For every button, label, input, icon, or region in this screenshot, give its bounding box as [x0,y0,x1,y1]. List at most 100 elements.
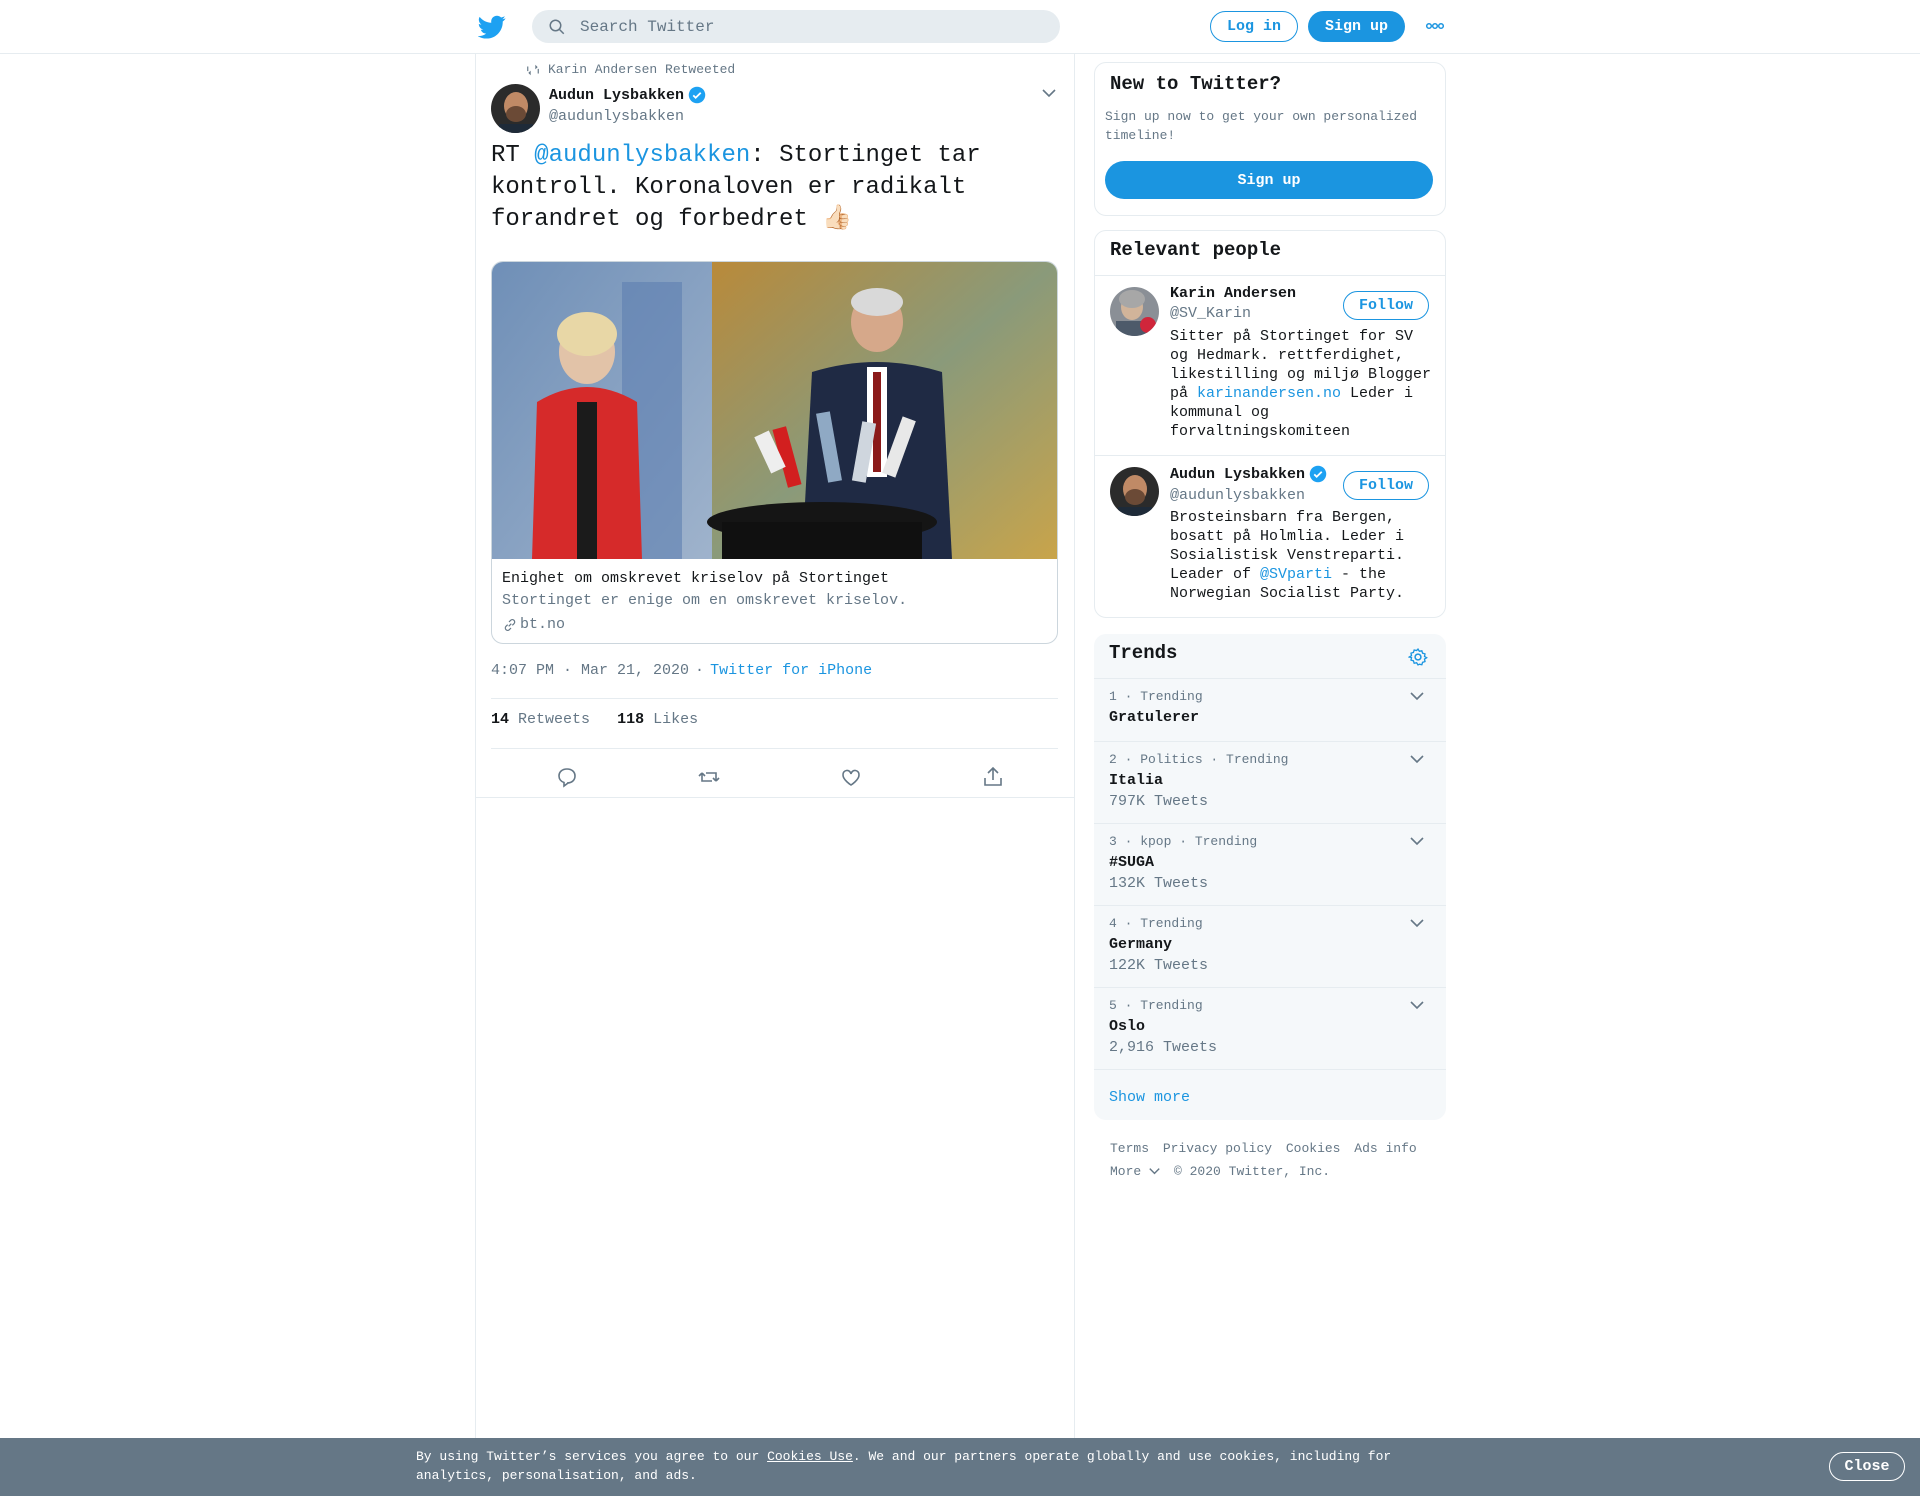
gear-icon[interactable] [1408,647,1428,667]
person-name-text: Karin Andersen [1170,285,1297,302]
show-more-link[interactable]: Show more [1109,1089,1190,1106]
retweets-label[interactable]: Retweets [518,711,590,728]
reply-icon[interactable] [552,762,582,792]
follow-button[interactable]: Follow [1343,291,1429,320]
divider [1095,275,1445,276]
trends-title: Trends [1109,642,1178,664]
person-handle[interactable]: @SV_Karin [1170,305,1251,322]
verified-badge-icon [1309,465,1327,483]
trend-item[interactable]: 1 · Trending Gratulerer [1094,678,1446,741]
sidebar-signup-button[interactable]: Sign up [1105,161,1433,199]
trend-count: 122K Tweets [1109,957,1209,974]
chevron-down-icon[interactable] [1410,836,1424,846]
person-bio: Sitter på Stortinget for SV og Hedmark. … [1170,327,1435,441]
footer-row: More © 2020 Twitter, Inc. [1110,1160,1430,1183]
person-name[interactable]: Karin Andersen [1170,285,1296,302]
footer-ads-link[interactable]: Ads info [1354,1141,1416,1156]
person-bio-link[interactable]: @SVparti [1260,566,1332,583]
likes-label[interactable]: Likes [653,711,698,728]
cookie-text-part: By using Twitter’s services you agree to… [416,1449,768,1464]
footer-copyright: © 2020 Twitter, Inc. [1174,1164,1331,1179]
relevant-people-title: Relevant people [1110,239,1282,261]
search-box[interactable] [532,10,1060,43]
more-options-icon[interactable] [1425,18,1445,34]
trend-meta: 4 · Trending [1109,916,1203,931]
card-domain: bt.no [502,616,565,633]
twitter-bird-icon[interactable] [478,13,506,41]
cookie-consent-text: By using Twitter’s services you agree to… [416,1447,1426,1485]
chevron-down-icon[interactable] [1410,754,1424,764]
author-handle[interactable]: @audunlysbakken [549,108,684,125]
trend-count: 797K Tweets [1109,793,1209,810]
person-avatar[interactable] [1110,287,1159,336]
author-name-text: Audun Lysbakken [549,86,685,104]
author-name[interactable]: Audun Lysbakken [549,86,706,104]
chevron-down-icon[interactable] [1042,88,1056,98]
person-bio: Brosteinsbarn fra Bergen, bosatt på Holm… [1170,508,1435,603]
footer-privacy-link[interactable]: Privacy policy [1163,1141,1272,1156]
retweeted-by-label[interactable]: Karin Andersen Retweeted [548,62,735,77]
trend-name: Germany [1109,936,1173,953]
trend-item[interactable]: 3 · kpop · Trending #SUGA 132K Tweets [1094,823,1446,905]
footer-terms-link[interactable]: Terms [1110,1141,1149,1156]
share-icon[interactable] [978,762,1008,792]
trend-name: #SUGA [1109,854,1155,871]
signup-button[interactable]: Sign up [1308,11,1405,42]
trend-meta: 5 · Trending [1109,998,1203,1013]
new-to-twitter-panel: New to Twitter? Sign up now to get your … [1094,62,1446,216]
divider [476,797,1074,798]
tweet-meta: 4:07 PM · Mar 21, 2020 · Twitter for iPhon… [491,662,878,679]
trend-name: Oslo [1109,1018,1146,1035]
retweet-context: Karin Andersen Retweeted [526,62,735,77]
tweet-source-link[interactable]: Twitter for iPhone [710,662,872,679]
footer-row: Terms Privacy policy Cookies Ads info [1110,1137,1430,1160]
person-name[interactable]: Audun Lysbakken [1170,465,1327,483]
chevron-down-icon [1149,1168,1160,1175]
trend-item[interactable]: 4 · Trending Germany 122K Tweets [1094,905,1446,987]
divider [491,698,1058,699]
login-button[interactable]: Log in [1210,11,1298,42]
tweet-actions [476,754,1074,800]
person-handle[interactable]: @audunlysbakken [1170,487,1305,504]
tweet-text: RT @audunlysbakken: Stortinget tar kontr… [491,140,1051,236]
search-icon [549,19,565,35]
chevron-down-icon[interactable] [1410,918,1424,928]
like-icon[interactable] [836,762,866,792]
cookie-consent-bar: By using Twitter’s services you agree to… [0,1438,1920,1496]
relevant-people-panel: Relevant people Karin Andersen @SV_Karin… [1094,230,1446,618]
trend-item[interactable]: 2 · Politics · Trending Italia 797K Twee… [1094,741,1446,823]
footer-more-link[interactable]: More [1110,1164,1160,1179]
link-preview-card[interactable]: Enighet om omskrevet kriselov på Stortin… [491,261,1058,644]
tweet-timestamp[interactable]: 4:07 PM · Mar 21, 2020 [491,662,689,679]
close-cookie-bar-button[interactable]: Close [1829,1452,1905,1481]
chevron-down-icon[interactable] [1410,1000,1424,1010]
trend-count: 132K Tweets [1109,875,1209,892]
trend-name: Gratulerer [1109,709,1200,726]
follow-button[interactable]: Follow [1343,471,1429,500]
person-name-text: Audun Lysbakken [1170,465,1306,483]
divider [1095,455,1445,456]
divider [1094,1069,1446,1070]
author-avatar[interactable] [491,84,540,133]
retweet-action-icon[interactable] [694,762,724,792]
likes-count[interactable]: 118 [617,711,644,728]
card-image[interactable] [492,262,1058,559]
tweet-mention-link[interactable]: @audunlysbakken [534,142,750,169]
top-navigation-bar: Log in Sign up [0,0,1920,54]
retweets-count[interactable]: 14 [491,711,509,728]
card-description: Stortinget er enige om en omskrevet kris… [502,592,908,609]
trend-item[interactable]: 5 · Trending Oslo 2,916 Tweets [1094,987,1446,1069]
person-bio-link[interactable]: karinandersen.no [1197,385,1341,402]
trend-name: Italia [1109,772,1164,789]
chevron-down-icon[interactable] [1410,691,1424,701]
person-avatar[interactable] [1110,467,1159,516]
link-icon [504,618,516,631]
footer-cookies-link[interactable]: Cookies [1286,1141,1341,1156]
divider [491,748,1058,749]
tweet-stats: 14 Retweets 118 Likes [491,711,716,728]
search-input[interactable] [580,10,1040,43]
new-to-twitter-title: New to Twitter? [1110,73,1282,95]
trend-meta: 1 · Trending [1109,689,1203,704]
cookies-use-link[interactable]: Cookies Use [767,1449,853,1464]
card-title: Enighet om omskrevet kriselov på Stortin… [502,570,890,587]
